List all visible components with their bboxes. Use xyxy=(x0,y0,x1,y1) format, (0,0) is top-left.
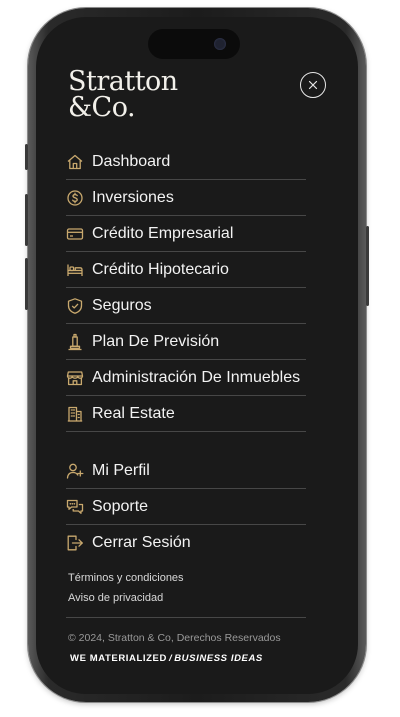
tagline-slash: / xyxy=(168,653,173,664)
menu-item-plan-de-prevision[interactable]: Plan De Previsión xyxy=(66,324,306,360)
menu-item-label: Dashboard xyxy=(92,152,171,170)
menu-item-label: Crédito Empresarial xyxy=(92,224,234,242)
monument-icon xyxy=(66,332,86,352)
menu-item-credito-empresarial[interactable]: Crédito Empresarial xyxy=(66,216,306,252)
storefront-icon xyxy=(66,368,86,388)
home-icon xyxy=(66,152,86,172)
main-menu: Dashboard Inversiones Crédito Empresaria… xyxy=(66,144,306,432)
menu-item-label: Inversiones xyxy=(92,188,174,206)
menu-item-label: Plan De Previsión xyxy=(92,332,220,350)
copyright-text: © 2024, Stratton & Co, Derechos Reservad… xyxy=(68,632,281,644)
brand-logo[interactable]: Stratton &Co. xyxy=(68,68,178,123)
menu-item-credito-hipotecario[interactable]: Crédito Hipotecario xyxy=(66,252,306,288)
action-button xyxy=(25,144,28,170)
user-menu: Mi Perfil Soporte Cerrar Sesión xyxy=(66,453,306,560)
camera-icon xyxy=(214,38,226,50)
terms-link[interactable]: Términos y condiciones xyxy=(68,568,184,588)
privacy-link[interactable]: Aviso de privacidad xyxy=(68,588,184,608)
menu-item-administracion-de-inmuebles[interactable]: Administración De Inmuebles xyxy=(66,360,306,396)
menu-item-label: Crédito Hipotecario xyxy=(92,260,229,278)
menu-item-label: Mi Perfil xyxy=(92,461,150,479)
volume-down-button xyxy=(25,258,28,310)
menu-item-cerrar-sesion[interactable]: Cerrar Sesión xyxy=(66,525,306,560)
menu-item-label: Cerrar Sesión xyxy=(92,533,191,551)
menu-item-mi-perfil[interactable]: Mi Perfil xyxy=(66,453,306,489)
user-add-icon xyxy=(66,461,86,481)
menu-item-dashboard[interactable]: Dashboard xyxy=(66,144,306,180)
close-icon xyxy=(308,80,318,90)
menu-item-label: Real Estate xyxy=(92,404,175,422)
logout-icon xyxy=(66,533,86,553)
menu-item-inversiones[interactable]: Inversiones xyxy=(66,180,306,216)
power-button xyxy=(366,226,369,306)
menu-item-soporte[interactable]: Soporte xyxy=(66,489,306,525)
bed-icon xyxy=(66,260,86,280)
tagline-part-2: BUSINESS IDEAS xyxy=(174,653,263,664)
volume-up-button xyxy=(25,194,28,246)
menu-item-label: Administración De Inmuebles xyxy=(92,368,301,386)
building-icon xyxy=(66,404,86,424)
dynamic-island xyxy=(148,29,240,59)
shield-check-icon xyxy=(66,296,86,316)
support-chat-icon xyxy=(66,497,86,517)
menu-item-real-estate[interactable]: Real Estate xyxy=(66,396,306,432)
close-menu-button[interactable] xyxy=(300,72,326,98)
tagline: WE MATERIALIZED / BUSINESS IDEAS xyxy=(70,653,263,664)
brand-line-2: &Co. xyxy=(68,92,136,123)
menu-item-label: Seguros xyxy=(92,296,152,314)
dollar-coin-icon xyxy=(66,188,86,208)
legal-links: Términos y condiciones Aviso de privacid… xyxy=(68,568,184,608)
menu-item-seguros[interactable]: Seguros xyxy=(66,288,306,324)
footer-divider xyxy=(66,617,306,618)
tagline-part-1: WE MATERIALIZED xyxy=(70,653,167,664)
menu-item-label: Soporte xyxy=(92,497,149,515)
phone-screen: Stratton &Co. Dashboard Inversiones Créd… xyxy=(36,17,358,694)
credit-card-icon xyxy=(66,224,86,244)
